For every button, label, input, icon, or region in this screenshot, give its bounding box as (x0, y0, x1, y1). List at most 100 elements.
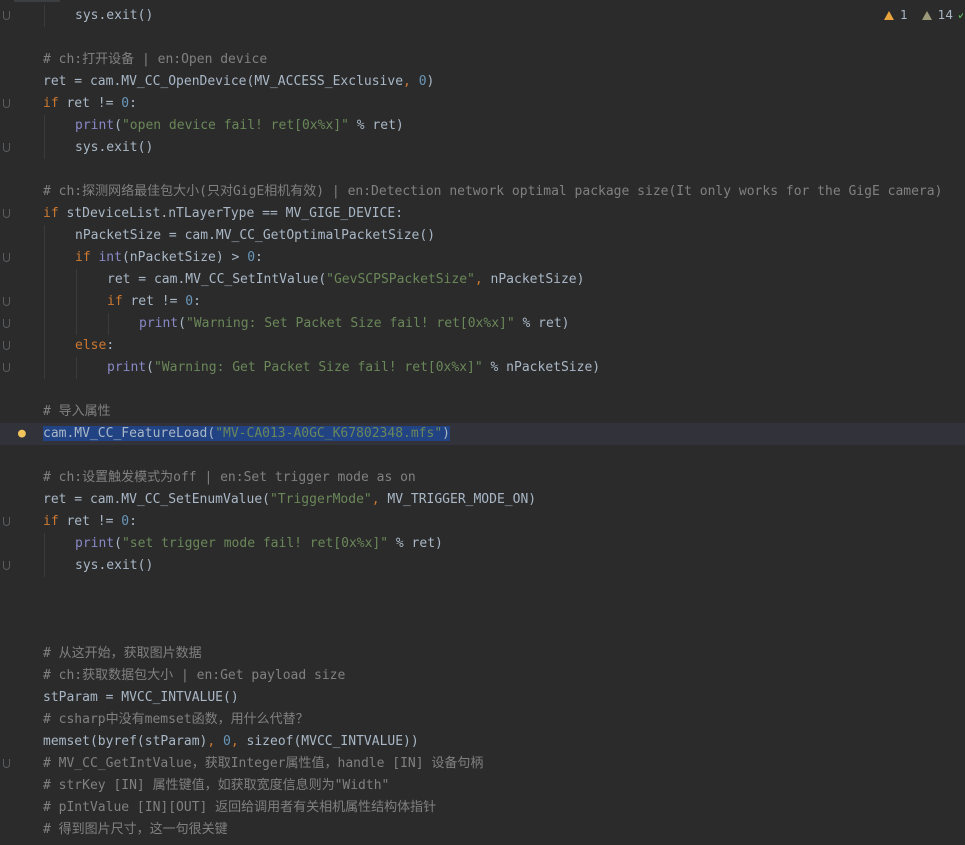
code-token: ) (426, 74, 435, 89)
code-line[interactable]: # strKey [IN] 属性键值，如获取宽度信息则为"Width" (0, 775, 965, 797)
code-line[interactable]: # ch:设置触发模式为off | en:Set trigger mode as… (0, 467, 965, 489)
code-line[interactable]: # pIntValue [IN][OUT] 返回给调用者有关相机属性结构体指针 (0, 797, 965, 819)
code-text[interactable]: print("Warning: Get Packet Size fail! re… (107, 357, 600, 379)
code-token: print (107, 360, 147, 375)
code-text[interactable]: ret = cam.MV_CC_SetIntValue("GevSCPSPack… (107, 269, 584, 291)
code-line[interactable]: print("set trigger mode fail! ret[0x%x]"… (0, 533, 965, 555)
code-token: cam.MV_CC_FeatureLoad( (43, 426, 216, 441)
code-line[interactable]: ret = cam.MV_CC_SetIntValue("GevSCPSPack… (0, 269, 965, 291)
code-line[interactable]: sys.exit() (0, 5, 965, 27)
code-line[interactable]: sys.exit() (0, 137, 965, 159)
code-text[interactable]: # MV_CC_GetIntValue，获取Integer属性值，handle … (43, 753, 483, 775)
code-line[interactable]: if stDeviceList.nTLayerType == MV_GIGE_D… (0, 203, 965, 225)
code-text[interactable]: # ch:设置触发模式为off | en:Set trigger mode as… (43, 467, 416, 489)
fold-marker-icon[interactable] (3, 517, 10, 526)
code-token: sys.exit() (75, 140, 154, 155)
code-lines[interactable]: sys.exit() # ch:打开设备 | en:Open device ret … (0, 5, 965, 841)
code-line[interactable]: if ret != 0: (0, 93, 965, 115)
code-token: # MV_CC_GetIntValue，获取Integer属性值，handle … (43, 756, 484, 771)
code-text[interactable]: sys.exit() (75, 137, 153, 159)
code-line[interactable]: # ch:获取数据包大小 | en:Get payload size (0, 665, 965, 687)
code-text[interactable]: if ret != 0: (43, 511, 137, 533)
code-line[interactable]: # MV_CC_GetIntValue，获取Integer属性值，handle … (0, 753, 965, 775)
code-text[interactable]: ret = cam.MV_CC_SetEnumValue("TriggerMod… (43, 489, 536, 511)
fold-marker-icon[interactable] (3, 297, 10, 306)
code-line[interactable] (0, 159, 965, 181)
code-text[interactable]: print("open device fail! ret[0x%x]" % re… (75, 115, 404, 137)
code-token: % ret) (514, 316, 570, 331)
code-line[interactable]: print("open device fail! ret[0x%x]" % re… (0, 115, 965, 137)
code-line[interactable]: memset(byref(stParam), 0, sizeof(MVCC_IN… (0, 731, 965, 753)
code-line[interactable]: else: (0, 335, 965, 357)
fold-marker-icon[interactable] (3, 363, 10, 372)
code-text[interactable]: # ch:打开设备 | en:Open device (43, 49, 267, 71)
code-token: , (230, 734, 247, 749)
code-text[interactable]: stParam = MVCC_INTVALUE() (43, 687, 239, 709)
code-text[interactable]: # strKey [IN] 属性键值，如获取宽度信息则为"Width" (43, 775, 389, 797)
fold-marker-icon[interactable] (3, 759, 10, 768)
code-line[interactable]: print("Warning: Get Packet Size fail! re… (0, 357, 965, 379)
code-token: % nPacketSize) (482, 360, 601, 375)
code-text[interactable]: if int(nPacketSize) > 0: (75, 247, 263, 269)
code-line[interactable]: if ret != 0: (0, 291, 965, 313)
code-text[interactable]: print("set trigger mode fail! ret[0x%x]"… (75, 533, 443, 555)
fold-marker-icon[interactable] (3, 253, 10, 262)
code-line[interactable]: if int(nPacketSize) > 0: (0, 247, 965, 269)
code-text[interactable]: else: (75, 335, 114, 357)
code-text[interactable]: cam.MV_CC_FeatureLoad("MV-CA013-A0GC_K67… (43, 423, 450, 445)
code-text[interactable]: # 得到图片尺寸，这一句很关键 (43, 819, 228, 841)
code-line[interactable]: nPacketSize = cam.MV_CC_GetOptimalPacket… (0, 225, 965, 247)
fold-marker-icon[interactable] (3, 99, 10, 108)
code-token: : (193, 294, 201, 309)
fold-marker-icon[interactable] (3, 143, 10, 152)
code-text[interactable]: if ret != 0: (107, 291, 201, 313)
code-token: nPacketSize = cam.MV_CC_GetOptimalPacket… (75, 228, 436, 243)
code-text[interactable]: # pIntValue [IN][OUT] 返回给调用者有关相机属性结构体指针 (43, 797, 436, 819)
code-line[interactable]: ret = cam.MV_CC_OpenDevice(MV_ACCESS_Exc… (0, 71, 965, 93)
code-line[interactable]: print("Warning: Set Packet Size fail! re… (0, 313, 965, 335)
indent-guide (44, 291, 45, 313)
inspection-status[interactable]: 1 14 ✓ (884, 5, 965, 25)
code-text[interactable]: sys.exit() (75, 5, 153, 27)
code-text[interactable]: # ch:获取数据包大小 | en:Get payload size (43, 665, 345, 687)
code-line[interactable]: ● cam.MV_CC_FeatureLoad("MV-CA013-A0GC_K6… (0, 423, 965, 445)
code-token: : (129, 96, 137, 111)
code-text[interactable]: nPacketSize = cam.MV_CC_GetOptimalPacket… (75, 225, 435, 247)
code-line[interactable]: # ch:打开设备 | en:Open device (0, 49, 965, 71)
code-line[interactable]: sys.exit() (0, 555, 965, 577)
fold-marker-icon[interactable] (3, 11, 10, 20)
code-text[interactable]: if ret != 0: (43, 93, 137, 115)
code-token: , (371, 492, 388, 507)
fold-marker-icon[interactable] (3, 319, 10, 328)
code-text[interactable]: # 导入属性 (43, 401, 111, 423)
lightbulb-icon[interactable]: ● (18, 425, 32, 443)
code-line[interactable] (0, 27, 965, 49)
fold-marker-icon[interactable] (3, 561, 10, 570)
code-line[interactable]: # 导入属性 (0, 401, 965, 423)
code-text[interactable]: print("Warning: Set Packet Size fail! re… (139, 313, 570, 335)
code-line[interactable]: ret = cam.MV_CC_SetEnumValue("TriggerMod… (0, 489, 965, 511)
code-line[interactable] (0, 577, 965, 599)
code-editor[interactable]: sys.exit() # ch:打开设备 | en:Open device ret … (0, 0, 965, 845)
code-text[interactable]: if stDeviceList.nTLayerType == MV_GIGE_D… (43, 203, 403, 225)
fold-marker-icon[interactable] (3, 341, 10, 350)
code-line[interactable]: if ret != 0: (0, 511, 965, 533)
code-line[interactable]: stParam = MVCC_INTVALUE() (0, 687, 965, 709)
fold-marker-icon[interactable] (3, 209, 10, 218)
code-line[interactable] (0, 621, 965, 643)
code-line[interactable]: # ch:探测网络最佳包大小(只对GigE相机有效) | en:Detectio… (0, 181, 965, 203)
indent-guide (108, 313, 109, 335)
code-line[interactable] (0, 445, 965, 467)
code-text[interactable]: ret = cam.MV_CC_OpenDevice(MV_ACCESS_Exc… (43, 71, 434, 93)
code-line[interactable] (0, 379, 965, 401)
code-text[interactable]: sys.exit() (75, 555, 153, 577)
code-text[interactable]: # ch:探测网络最佳包大小(只对GigE相机有效) | en:Detectio… (43, 181, 942, 203)
code-line[interactable]: # 得到图片尺寸，这一句很关键 (0, 819, 965, 841)
code-line[interactable]: # 从这开始，获取图片数据 (0, 643, 965, 665)
code-line[interactable]: # csharp中没有memset函数，用什么代替？ (0, 709, 965, 731)
code-line[interactable] (0, 599, 965, 621)
code-text[interactable]: # csharp中没有memset函数，用什么代替？ (43, 709, 309, 731)
indent-guide (44, 357, 45, 379)
code-text[interactable]: # 从这开始，获取图片数据 (43, 643, 202, 665)
code-text[interactable]: memset(byref(stParam), 0, sizeof(MVCC_IN… (43, 731, 419, 753)
